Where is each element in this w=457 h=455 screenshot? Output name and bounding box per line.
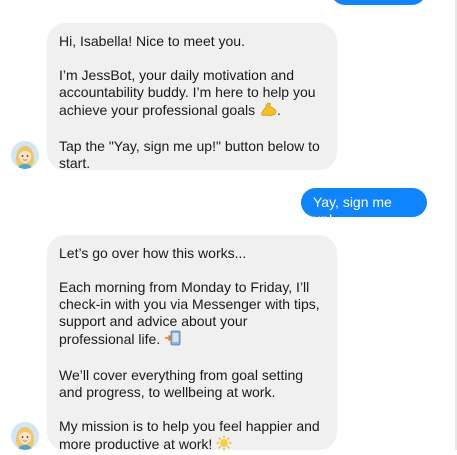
message-text: We’ll cover everything from goal setting… <box>59 367 304 400</box>
bot-message-bubble: Hi, Isabella! Nice to meet you. I’m Jess… <box>47 23 337 171</box>
flexed-biceps-icon <box>259 101 277 121</box>
sun-icon <box>216 435 232 455</box>
mobile-arrow-icon <box>164 330 182 350</box>
bot-avatar <box>11 141 39 169</box>
user-message-bubble-previous <box>330 0 427 5</box>
bot-avatar <box>11 422 39 450</box>
message-text: I’m JessBot, your daily motivation and a… <box>59 67 325 121</box>
message-text: My mission is to help you feel happier a… <box>59 418 325 455</box>
user-message-bubble: Yay, sign me up! <box>301 188 427 227</box>
avatar-icon <box>11 141 39 169</box>
chat-thread: Hi, Isabella! Nice to meet you. I’m Jess… <box>0 0 457 452</box>
avatar-icon <box>11 422 39 450</box>
message-text: Each morning from Monday to Friday, I’ll… <box>59 279 325 350</box>
message-text: Hi, Isabella! Nice to meet you. <box>59 33 245 49</box>
message-text: Let’s go over how this works... <box>59 245 247 261</box>
bot-message-bubble: Let’s go over how this works... Each mor… <box>47 235 337 452</box>
message-text: Yay, sign me up! <box>313 194 392 227</box>
message-text: Tap the "Yay, sign me up!" button below … <box>59 138 320 171</box>
